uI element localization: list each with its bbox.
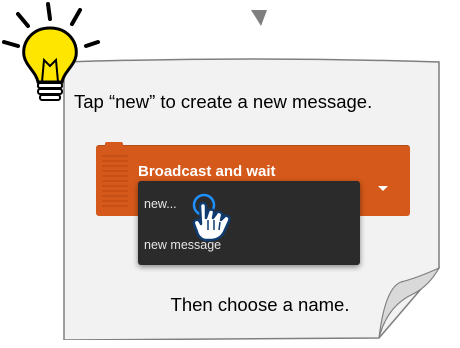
block-notch bbox=[105, 142, 123, 146]
followup-text: Then choose a name. bbox=[170, 294, 350, 315]
tap-hand-icon bbox=[184, 190, 244, 247]
chevron-down-icon[interactable] bbox=[378, 186, 388, 191]
instruction-text: Tap “new” to create a new message. bbox=[74, 91, 373, 112]
message-dropdown-menu: new... new message bbox=[138, 181, 360, 265]
block-label: Broadcast and wait bbox=[138, 163, 276, 180]
block-texture bbox=[102, 155, 128, 210]
menu-item-new[interactable]: new... bbox=[144, 197, 177, 211]
